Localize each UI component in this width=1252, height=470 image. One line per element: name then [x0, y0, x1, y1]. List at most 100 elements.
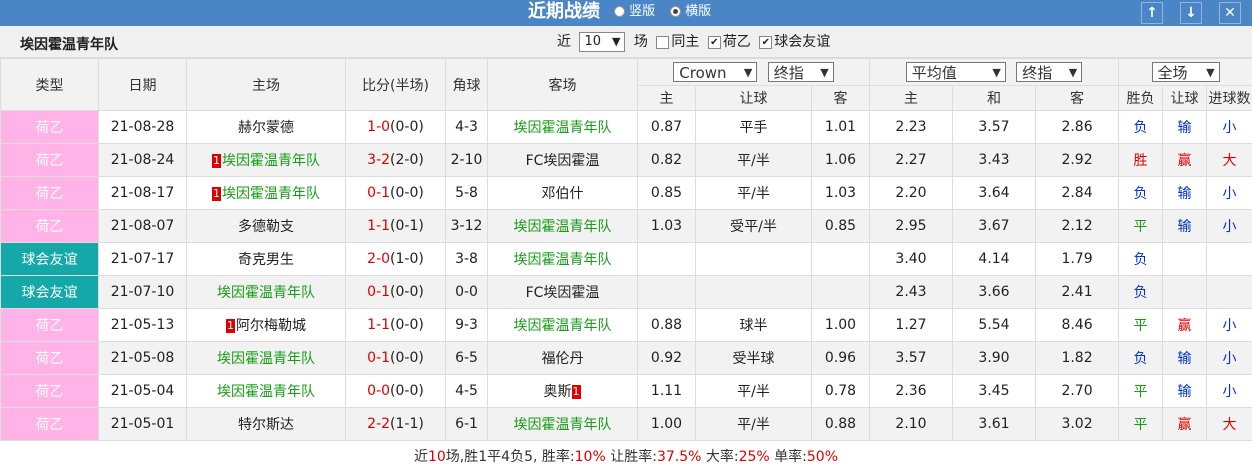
- home-team[interactable]: 赫尔蒙德: [186, 110, 346, 144]
- away-team[interactable]: 埃因霍温青年队: [487, 308, 638, 342]
- away-team[interactable]: 邓伯什: [487, 176, 638, 210]
- league-cell[interactable]: 荷乙: [0, 341, 99, 375]
- layout-vertical-option[interactable]: 竖版: [614, 4, 655, 20]
- home-team[interactable]: 奇克男生: [186, 242, 346, 276]
- home-team[interactable]: 埃因霍温青年队: [186, 374, 346, 408]
- away-team[interactable]: 埃因霍温青年队: [487, 242, 638, 276]
- home-team-name: 埃因霍温青年队: [217, 351, 315, 367]
- avg-odds-kind-select[interactable]: 终指 ▼: [1016, 62, 1083, 82]
- home-team[interactable]: 1 埃因霍温青年队: [186, 176, 346, 210]
- scope-select[interactable]: 全场 ▼: [1151, 62, 1220, 82]
- away-team[interactable]: FC埃因霍温: [487, 275, 638, 309]
- score-cell[interactable]: 1-1(0-1): [345, 209, 446, 243]
- away-team[interactable]: 埃因霍温青年队: [487, 110, 638, 144]
- away-team[interactable]: 埃因霍温青年队: [487, 209, 638, 243]
- avg-draw-cell: 3.67: [952, 209, 1037, 243]
- result-cell: 负: [1118, 110, 1164, 144]
- score-cell[interactable]: 0-1(0-0): [345, 176, 446, 210]
- scroll-up-button[interactable]: ↑: [1141, 2, 1163, 24]
- home-team[interactable]: 1 埃因霍温青年队: [186, 143, 346, 177]
- company-select[interactable]: Crown ▼: [673, 62, 758, 82]
- score-cell[interactable]: 2-2(1-1): [345, 407, 446, 441]
- away-team-name: 埃因霍温青年队: [513, 417, 612, 433]
- home-team[interactable]: 埃因霍温青年队: [186, 341, 346, 375]
- table-row[interactable]: 荷乙 21-08-28 赫尔蒙德 1-0(0-0) 4-3 埃因霍温青年队 0.87 平手 1.…: [0, 110, 1252, 144]
- close-button[interactable]: ✕: [1219, 2, 1241, 24]
- table-row[interactable]: 球会友谊 21-07-17 奇克男生 2-0(1-0) 3-8 埃因霍温青年队 3.40 4.…: [0, 242, 1252, 276]
- league-cell[interactable]: 荷乙: [0, 407, 99, 441]
- odds-handicap-cell: 平/半: [695, 143, 812, 177]
- table-row[interactable]: 荷乙 21-08-24 1 埃因霍温青年队 3-2(2-0) 2-10 FC埃因霍温 0.82…: [0, 143, 1252, 177]
- away-team[interactable]: 埃因霍温青年队: [487, 407, 638, 441]
- arrow-down-icon: ↓: [1185, 5, 1197, 21]
- score-cell[interactable]: 3-2(2-0): [345, 143, 446, 177]
- table-row[interactable]: 荷乙 21-08-07 多德勒支 1-1(0-1) 3-12 埃因霍温青年队 1.03 受平/…: [0, 209, 1252, 243]
- col-score: 比分(半场): [345, 58, 446, 111]
- rank-badge: 1: [212, 154, 221, 168]
- league-cell[interactable]: 荷乙: [0, 143, 99, 177]
- away-team-name: 埃因霍温青年队: [513, 120, 612, 136]
- col-goals: 进球数: [1206, 85, 1252, 111]
- table-row[interactable]: 荷乙 21-05-13 1 阿尔梅勒城 1-1(0-0) 9-3 埃因霍温青年队 0.88 球半…: [0, 308, 1252, 342]
- home-team[interactable]: 埃因霍温青年队: [186, 275, 346, 309]
- avg-home-cell: 2.10: [869, 407, 954, 441]
- score-cell[interactable]: 0-1(0-0): [345, 275, 446, 309]
- goals-cell: 小: [1206, 209, 1252, 243]
- home-team[interactable]: 特尔斯达: [186, 407, 346, 441]
- away-team[interactable]: 福伦丹: [487, 341, 638, 375]
- home-team[interactable]: 1 阿尔梅勒城: [186, 308, 346, 342]
- away-team[interactable]: FC埃因霍温: [487, 143, 638, 177]
- eredivisie-checkbox[interactable]: ✔: [707, 35, 721, 49]
- table-row[interactable]: 荷乙 21-05-01 特尔斯达 2-2(1-1) 6-1 埃因霍温青年队 1.00 平/半 0…: [0, 407, 1252, 441]
- home-team-name: 奇克男生: [238, 252, 294, 268]
- score-cell[interactable]: 0-0(0-0): [345, 374, 446, 408]
- home-team[interactable]: 多德勒支: [186, 209, 346, 243]
- summary-big-rate: 25%: [738, 449, 770, 465]
- table-row[interactable]: 球会友谊 21-07-10 埃因霍温青年队 0-1(0-0) 0-0 FC埃因霍温 2.43…: [0, 275, 1252, 309]
- same-home-checkbox[interactable]: [656, 35, 670, 49]
- odds-kind-select[interactable]: 终指 ▼: [767, 62, 834, 82]
- home-team-name: 特尔斯达: [238, 417, 294, 433]
- avg-home-cell: 2.27: [869, 143, 954, 177]
- league-cell[interactable]: 球会友谊: [0, 275, 99, 309]
- friendly-checkbox[interactable]: ✔: [759, 35, 773, 49]
- col-odds-handicap: 让球: [695, 85, 812, 111]
- chevron-down-icon: ▼: [1068, 66, 1078, 79]
- league-cell[interactable]: 球会友谊: [0, 242, 99, 276]
- summary-text: 让胜率:: [605, 449, 657, 465]
- avg-select[interactable]: 平均值 ▼: [905, 62, 1006, 82]
- layout-horizontal-option[interactable]: 横版: [670, 4, 711, 20]
- away-team-name: 埃因霍温青年队: [513, 219, 612, 235]
- radio-vertical[interactable]: [614, 6, 625, 17]
- summary-line: 近10场,胜1平4负5, 胜率:10% 让胜率:37.5% 大率:25% 单率:…: [0, 445, 1252, 469]
- score-cell[interactable]: 0-1(0-0): [345, 341, 446, 375]
- full-score: 1-1: [367, 218, 391, 234]
- odds-home-cell: [637, 242, 696, 276]
- league-cell[interactable]: 荷乙: [0, 110, 99, 144]
- league-cell[interactable]: 荷乙: [0, 308, 99, 342]
- odds-away-cell: 0.88: [810, 407, 871, 441]
- away-team[interactable]: 奥斯1: [487, 374, 638, 408]
- odds-home-cell: 0.87: [637, 110, 696, 144]
- avg-draw-cell: 3.43: [952, 143, 1037, 177]
- team-name: 埃因霍温青年队: [20, 37, 118, 53]
- match-count-select[interactable]: 10 ▼: [579, 32, 626, 52]
- col-result: 胜负: [1118, 85, 1164, 111]
- table-row[interactable]: 荷乙 21-05-04 埃因霍温青年队 0-0(0-0) 4-5 奥斯1 1.11 平/半 0.…: [0, 374, 1252, 408]
- radio-horizontal[interactable]: [670, 6, 681, 17]
- table-row[interactable]: 荷乙 21-08-17 1 埃因霍温青年队 0-1(0-0) 5-8 邓伯什 0.85 平/半 1…: [0, 176, 1252, 210]
- avg-home-cell: 2.36: [869, 374, 954, 408]
- hc-result-cell: 输: [1162, 209, 1208, 243]
- table-row[interactable]: 荷乙 21-05-08 埃因霍温青年队 0-1(0-0) 6-5 福伦丹 0.92 受半球 0.…: [0, 341, 1252, 375]
- league-cell[interactable]: 荷乙: [0, 176, 99, 210]
- scroll-down-button[interactable]: ↓: [1180, 2, 1202, 24]
- arrow-up-icon: ↑: [1146, 5, 1158, 21]
- full-score: 1-1: [367, 317, 391, 333]
- date-cell: 21-05-01: [98, 407, 187, 441]
- score-cell[interactable]: 2-0(1-0): [345, 242, 446, 276]
- result-cell: 负: [1118, 341, 1164, 375]
- score-cell[interactable]: 1-0(0-0): [345, 110, 446, 144]
- score-cell[interactable]: 1-1(0-0): [345, 308, 446, 342]
- league-cell[interactable]: 荷乙: [0, 374, 99, 408]
- league-cell[interactable]: 荷乙: [0, 209, 99, 243]
